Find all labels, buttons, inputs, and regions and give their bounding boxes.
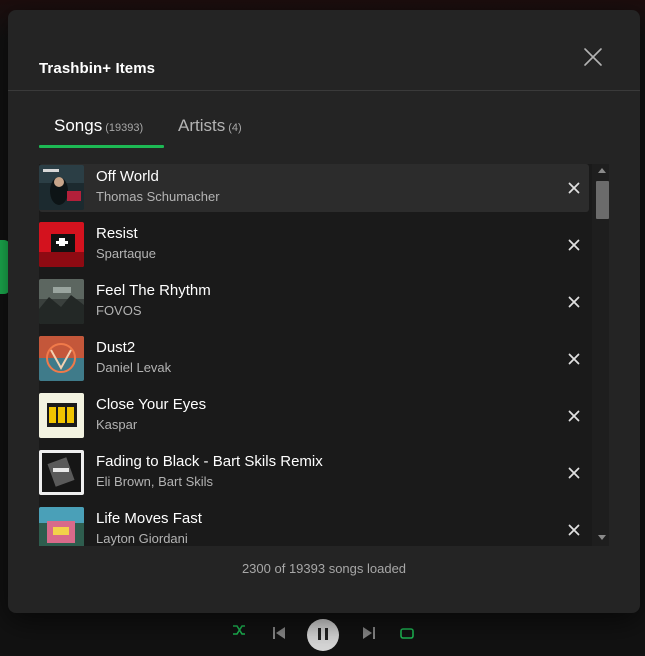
song-row[interactable]: Life Moves Fast Layton Giordani: [39, 506, 589, 546]
song-title: Dust2: [96, 339, 136, 356]
player-controls-background: [220, 618, 420, 651]
song-list: Off World Thomas Schumacher Resist Spart…: [39, 164, 609, 546]
tab-bar: Songs (19393) Artists (4): [39, 116, 459, 150]
song-title: Feel The Rhythm: [96, 282, 211, 299]
song-artist: Daniel Levak: [96, 360, 172, 375]
scroll-down-arrow[interactable]: [598, 535, 606, 540]
song-title: Close Your Eyes: [96, 396, 207, 413]
remove-button[interactable]: [568, 352, 580, 365]
song-artist: Spartaque: [96, 246, 156, 261]
modal-title: Trashbin+ Items: [39, 60, 156, 77]
tab-songs-count: (19393): [105, 122, 144, 134]
song-row[interactable]: Fading to Black - Bart Skils Remix Eli B…: [39, 449, 589, 497]
song-title: Fading to Black - Bart Skils Remix: [96, 453, 323, 470]
song-artist: Eli Brown, Bart Skils: [96, 474, 214, 489]
pause-icon: [318, 628, 328, 640]
tab-songs-label: Songs: [54, 116, 103, 135]
song-artist: Layton Giordani: [96, 531, 188, 546]
song-title: Resist: [96, 225, 138, 242]
tab-artists[interactable]: Artists (4): [178, 116, 288, 150]
song-artist: FOVOS: [96, 303, 142, 318]
next-icon: [363, 627, 375, 639]
album-cover: [39, 222, 84, 267]
remove-icon: [568, 239, 580, 251]
remove-button[interactable]: [568, 409, 580, 422]
remove-icon: [568, 182, 580, 194]
song-title: Life Moves Fast: [96, 510, 202, 527]
album-cover: [39, 507, 84, 546]
load-status: 2300 of 19393 songs loaded: [241, 561, 407, 576]
song-artist: Thomas Schumacher: [96, 189, 220, 204]
remove-button[interactable]: [568, 523, 580, 536]
previous-icon: [273, 627, 285, 639]
remove-button[interactable]: [568, 181, 580, 194]
song-row[interactable]: Dust2 Daniel Levak: [39, 335, 589, 383]
song-row[interactable]: Resist Spartaque: [39, 221, 589, 269]
modal-header: Trashbin+ Items: [8, 10, 640, 91]
remove-icon: [568, 467, 580, 479]
scroll-up-arrow[interactable]: [598, 168, 606, 173]
trashbin-modal: Trashbin+ Items Songs (19393) Artists (4): [8, 10, 640, 613]
album-cover: [39, 336, 84, 381]
remove-button[interactable]: [568, 295, 580, 308]
remove-icon: [568, 353, 580, 365]
active-tab-indicator: [39, 145, 164, 148]
list-scrollbar[interactable]: [592, 164, 609, 546]
album-cover: [39, 450, 84, 495]
album-cover: [39, 165, 84, 210]
scrollbar-thumb[interactable]: [596, 181, 609, 219]
tab-songs[interactable]: Songs (19393): [39, 116, 164, 150]
remove-icon: [568, 296, 580, 308]
close-icon: [584, 48, 602, 66]
song-artist: Kaspar: [96, 417, 138, 432]
remove-icon: [568, 524, 580, 536]
tab-artists-label: Artists: [178, 116, 226, 135]
remove-button[interactable]: [568, 466, 580, 479]
album-cover: [39, 393, 84, 438]
song-title: Off World: [96, 168, 159, 185]
album-cover: [39, 279, 84, 324]
remove-icon: [568, 410, 580, 422]
song-row[interactable]: Close Your Eyes Kaspar: [39, 392, 589, 440]
close-button[interactable]: [582, 46, 604, 68]
tab-artists-count: (4): [228, 122, 242, 134]
pause-button: [307, 619, 339, 651]
song-row[interactable]: Off World Thomas Schumacher: [39, 164, 589, 212]
repeat-icon: [400, 628, 414, 639]
song-row[interactable]: Feel The Rhythm FOVOS: [39, 278, 589, 326]
remove-button[interactable]: [568, 238, 580, 251]
